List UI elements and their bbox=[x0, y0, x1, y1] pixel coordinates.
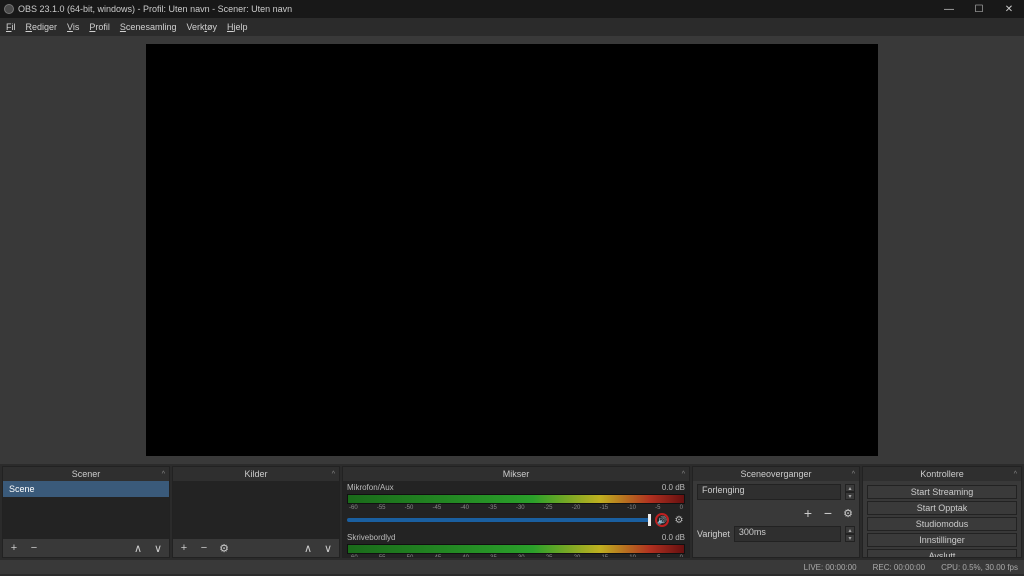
sources-list[interactable] bbox=[173, 481, 339, 539]
studio-mode-button[interactable]: Studiomodus bbox=[867, 517, 1017, 531]
move-down-icon[interactable]: ∨ bbox=[151, 541, 165, 555]
add-source-button[interactable]: + bbox=[177, 541, 191, 555]
menu-profil[interactable]: Profil bbox=[89, 22, 110, 32]
mixer-title: Mikser bbox=[503, 469, 530, 479]
speaker-mute-icon[interactable]: 🔊 bbox=[655, 513, 669, 527]
menu-rediger[interactable]: Rediger bbox=[26, 22, 58, 32]
transitions-dock: Sceneoverganger ^ Forlenging ▴ ▾ + − ⚙ V… bbox=[692, 466, 860, 558]
audio-meter bbox=[347, 544, 685, 554]
sources-toolbar: + − ⚙ ∧ ∨ bbox=[173, 539, 339, 557]
chevron-down-icon[interactable]: ▾ bbox=[845, 492, 855, 500]
controls-dock: Kontrollere ^ Start Streaming Start Oppt… bbox=[862, 466, 1022, 558]
start-recording-button[interactable]: Start Opptak bbox=[867, 501, 1017, 515]
gear-icon[interactable]: ⚙ bbox=[841, 506, 855, 520]
sources-title: Kilder bbox=[244, 469, 267, 479]
caret-icon: ^ bbox=[682, 471, 685, 478]
add-transition-button[interactable]: + bbox=[801, 506, 815, 520]
transitions-body: Forlenging ▴ ▾ + − ⚙ Varighet 300ms ▴ ▾ bbox=[693, 481, 859, 557]
caret-icon: ^ bbox=[162, 471, 165, 478]
app-icon bbox=[4, 4, 14, 14]
menu-vis[interactable]: Vis bbox=[67, 22, 79, 32]
duration-label: Varighet bbox=[697, 529, 730, 539]
scenes-title: Scener bbox=[72, 469, 101, 479]
menu-hjelp[interactable]: Hjelp bbox=[227, 22, 248, 32]
scenes-dock: Scener ^ Scene + − ∧ ∨ bbox=[2, 466, 170, 558]
channel-level: 0.0 dB bbox=[662, 483, 685, 492]
volume-slider[interactable] bbox=[347, 518, 651, 522]
sources-dock: Kilder ^ + − ⚙ ∧ ∨ bbox=[172, 466, 340, 558]
mixer-channel-desktop: Skrivebordlyd 0.0 dB -60-55-50-45-40-35-… bbox=[343, 531, 689, 557]
channel-name: Mikrofon/Aux bbox=[347, 483, 394, 492]
chevron-up-icon[interactable]: ▴ bbox=[845, 526, 855, 534]
transitions-title: Sceneoverganger bbox=[740, 469, 811, 479]
duration-input[interactable]: 300ms bbox=[734, 526, 841, 542]
transition-select[interactable]: Forlenging bbox=[697, 484, 841, 500]
settings-button[interactable]: Innstillinger bbox=[867, 533, 1017, 547]
scenes-toolbar: + − ∧ ∨ bbox=[3, 539, 169, 557]
chevron-down-icon[interactable]: ▾ bbox=[845, 534, 855, 542]
controls-body: Start Streaming Start Opptak Studiomodus… bbox=[863, 481, 1021, 557]
menu-fil[interactable]: Fil bbox=[6, 22, 16, 32]
statusbar: LIVE: 00:00:00 REC: 00:00:00 CPU: 0.5%, … bbox=[0, 560, 1024, 574]
scenes-list[interactable]: Scene bbox=[3, 481, 169, 539]
add-scene-button[interactable]: + bbox=[7, 541, 21, 555]
audio-meter bbox=[347, 494, 685, 504]
channel-level: 0.0 dB bbox=[662, 533, 685, 542]
menu-scenesamling[interactable]: Scenesamling bbox=[120, 22, 177, 32]
menubar: Fil Rediger Vis Profil Scenesamling Verk… bbox=[0, 18, 1024, 36]
exit-button[interactable]: Avslutt bbox=[867, 549, 1017, 557]
channel-name: Skrivebordlyd bbox=[347, 533, 395, 542]
meter-ticks: -60-55-50-45-40-35-30-25-20-15-10-50 bbox=[347, 555, 685, 557]
window-title: OBS 23.1.0 (64-bit, windows) - Profil: U… bbox=[18, 4, 292, 14]
status-live: LIVE: 00:00:00 bbox=[804, 563, 857, 572]
mixer-channel-mic: Mikrofon/Aux 0.0 dB -60-55-50-45-40-35-3… bbox=[343, 481, 689, 531]
remove-scene-button[interactable]: − bbox=[27, 541, 41, 555]
minimize-button[interactable]: — bbox=[934, 0, 964, 18]
remove-source-button[interactable]: − bbox=[197, 541, 211, 555]
source-properties-button[interactable]: ⚙ bbox=[217, 541, 231, 555]
mixer-header[interactable]: Mikser ^ bbox=[343, 467, 689, 481]
chevron-up-icon[interactable]: ▴ bbox=[845, 484, 855, 492]
maximize-button[interactable]: ☐ bbox=[964, 0, 994, 18]
gear-icon[interactable]: ⚙ bbox=[673, 514, 685, 526]
move-up-icon[interactable]: ∧ bbox=[301, 541, 315, 555]
scenes-header[interactable]: Scener ^ bbox=[3, 467, 169, 481]
menu-verktoy[interactable]: Verktøy bbox=[186, 22, 217, 32]
preview-area bbox=[0, 36, 1024, 464]
meter-ticks: -60-55-50-45-40-35-30-25-20-15-10-50 bbox=[347, 505, 685, 511]
titlebar: OBS 23.1.0 (64-bit, windows) - Profil: U… bbox=[0, 0, 1024, 18]
mixer-body: Mikrofon/Aux 0.0 dB -60-55-50-45-40-35-3… bbox=[343, 481, 689, 557]
remove-transition-button[interactable]: − bbox=[821, 506, 835, 520]
docks-row: Scener ^ Scene + − ∧ ∨ Kilder ^ + − ⚙ ∧ … bbox=[0, 464, 1024, 560]
mixer-dock: Mikser ^ Mikrofon/Aux 0.0 dB -60-55-50-4… bbox=[342, 466, 690, 558]
transitions-header[interactable]: Sceneoverganger ^ bbox=[693, 467, 859, 481]
controls-title: Kontrollere bbox=[920, 469, 964, 479]
sources-header[interactable]: Kilder ^ bbox=[173, 467, 339, 481]
close-button[interactable]: ✕ bbox=[994, 0, 1024, 18]
scene-item[interactable]: Scene bbox=[3, 481, 169, 497]
status-rec: REC: 00:00:00 bbox=[873, 563, 925, 572]
caret-icon: ^ bbox=[332, 471, 335, 478]
move-up-icon[interactable]: ∧ bbox=[131, 541, 145, 555]
preview-canvas[interactable] bbox=[146, 44, 878, 456]
move-down-icon[interactable]: ∨ bbox=[321, 541, 335, 555]
status-cpu: CPU: 0.5%, 30.00 fps bbox=[941, 563, 1018, 572]
caret-icon: ^ bbox=[852, 471, 855, 478]
start-streaming-button[interactable]: Start Streaming bbox=[867, 485, 1017, 499]
caret-icon: ^ bbox=[1014, 471, 1017, 478]
controls-header[interactable]: Kontrollere ^ bbox=[863, 467, 1021, 481]
